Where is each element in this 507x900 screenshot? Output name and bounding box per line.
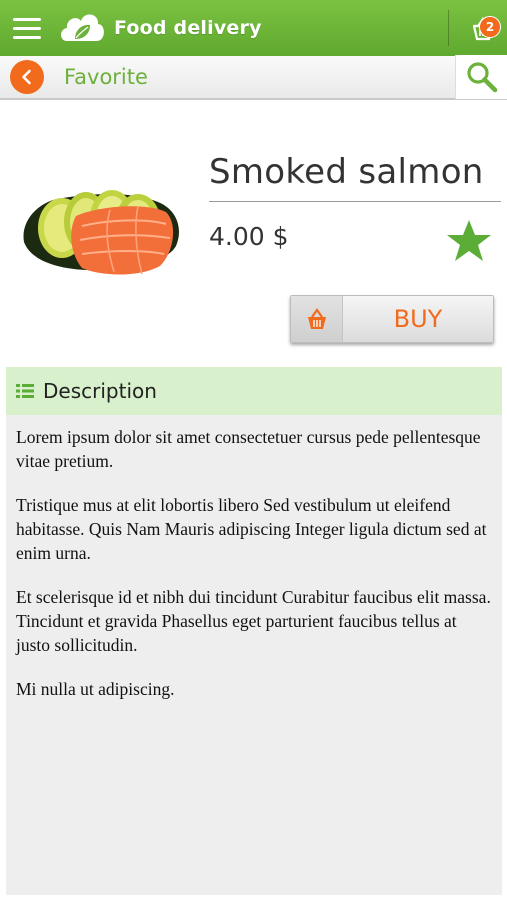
screen-title: Favorite	[64, 65, 148, 89]
product-image	[23, 190, 179, 275]
basket-icon	[307, 308, 326, 329]
favorite-star-icon[interactable]	[446, 218, 492, 264]
buy-icon-box	[291, 296, 343, 342]
description-header-label: Description	[43, 379, 157, 403]
description-paragraph: Et scelerisque id et nibh dui tincidunt …	[16, 587, 491, 655]
search-icon	[466, 62, 497, 93]
menu-button[interactable]	[0, 0, 54, 56]
app-title: Food delivery	[114, 17, 262, 39]
list-icon	[16, 384, 34, 398]
cloud-leaf-logo-icon	[61, 14, 104, 41]
sub-bar: Favorite	[0, 55, 507, 100]
app-logo	[54, 0, 110, 56]
appbar-divider	[448, 10, 449, 46]
description-panel: Description Lorem ipsum dolor sit amet c…	[6, 367, 502, 895]
product-price: 4.00 $	[209, 222, 289, 251]
back-button[interactable]	[10, 60, 44, 94]
menu-icon	[13, 15, 41, 42]
app-bar: Food delivery 2	[0, 0, 507, 56]
cart-count-badge: 2	[479, 16, 501, 38]
back-arrow-icon	[22, 69, 31, 85]
description-paragraph: Tristique mus at elit lobortis libero Se…	[16, 495, 487, 563]
cart-button[interactable]: 2	[459, 0, 507, 56]
product-name: Smoked salmon	[209, 152, 501, 202]
description-paragraph: Lorem ipsum dolor sit amet consectetuer …	[16, 427, 481, 471]
buy-button-label: BUY	[393, 305, 443, 333]
search-button[interactable]	[455, 55, 507, 99]
description-paragraph: Mi nulla ut adipiscing.	[16, 679, 175, 699]
buy-button[interactable]: BUY	[290, 295, 494, 343]
description-header: Description	[6, 367, 502, 415]
description-body: Lorem ipsum dolor sit amet consectetuer …	[6, 415, 502, 701]
